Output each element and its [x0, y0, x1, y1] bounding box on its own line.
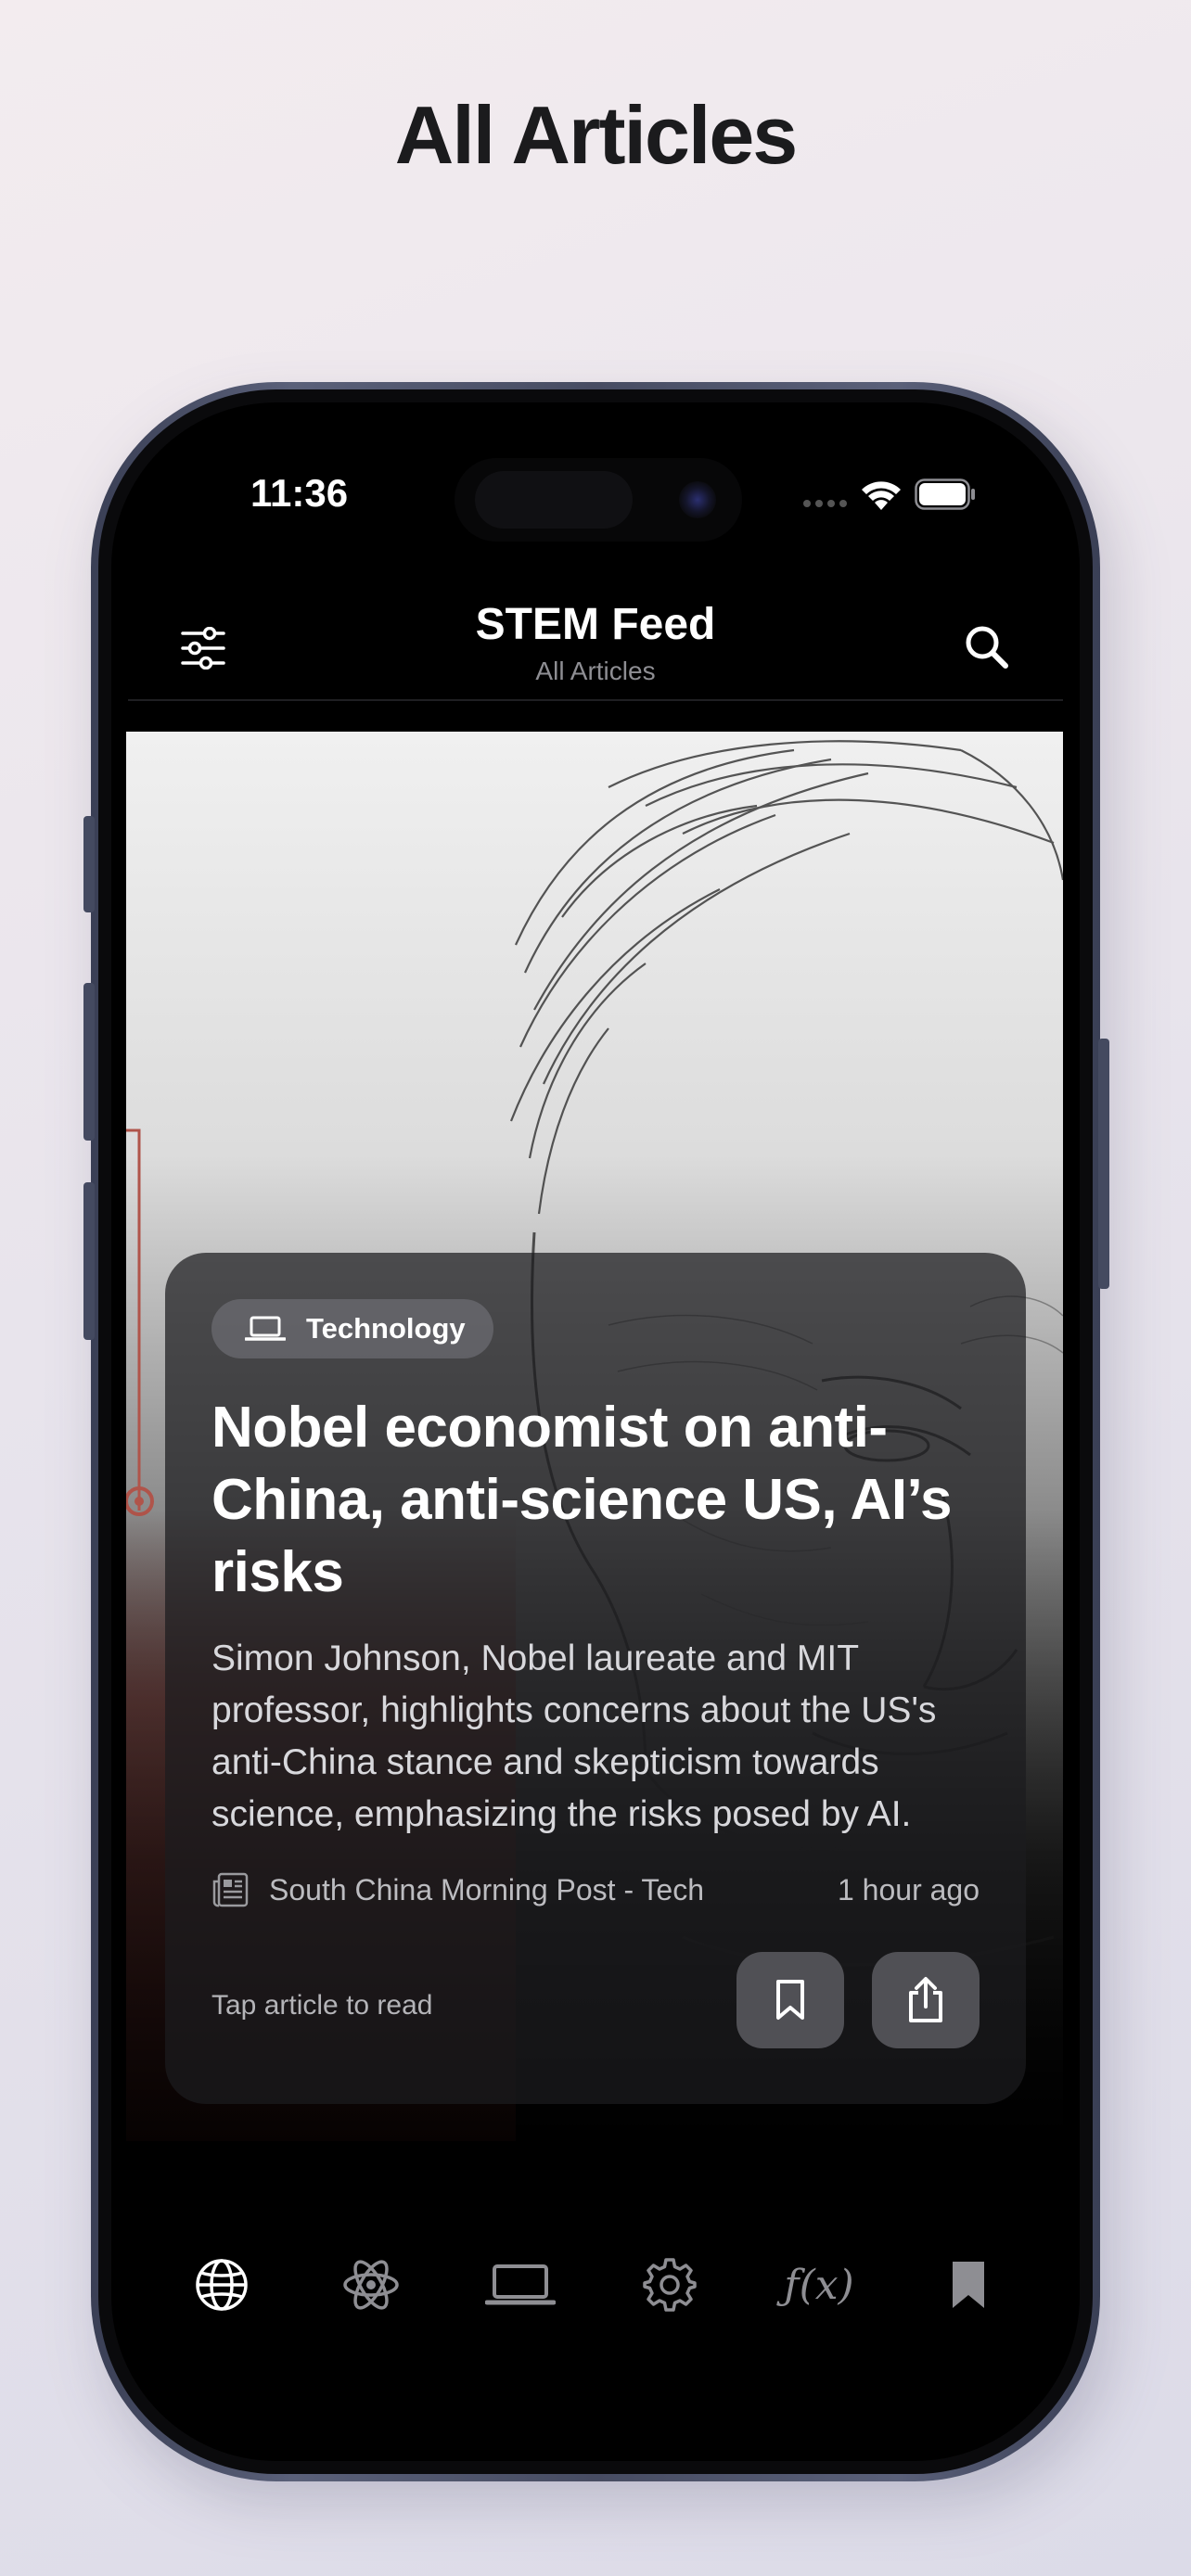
tab-bar: ƒ(x) — [111, 2220, 1080, 2331]
volume-down-button — [83, 1182, 95, 1340]
power-button — [1098, 1039, 1109, 1289]
globe-icon — [196, 2259, 248, 2311]
search-icon[interactable] — [963, 623, 1011, 671]
gear-icon — [643, 2258, 697, 2312]
tab-math[interactable]: ƒ(x) — [773, 2248, 865, 2322]
camera-icon — [679, 481, 716, 518]
newspaper-icon — [212, 1872, 249, 1907]
source-name: South China Morning Post - Tech — [269, 1872, 704, 1906]
status-time: 11:36 — [250, 471, 349, 515]
action-button — [83, 816, 95, 912]
nav-title: STEM Feed — [475, 600, 716, 649]
laptop-icon — [245, 1316, 286, 1341]
tab-saved[interactable] — [922, 2248, 1015, 2322]
nav-subtitle: All Articles — [535, 657, 656, 685]
battery-icon — [915, 478, 975, 510]
tab-all[interactable] — [175, 2248, 268, 2322]
tap-hint: Tap article to read — [211, 1990, 433, 2021]
navigation-bar: STEM Feed All Articles — [128, 588, 1063, 701]
published-time: 1 hour ago — [837, 1872, 980, 1906]
article-card[interactable]: Technology Nobel economist on anti-China… — [165, 1253, 1026, 2104]
article-headline[interactable]: Nobel economist on anti-China, anti-scie… — [211, 1392, 972, 1609]
wifi-icon — [862, 481, 901, 510]
category-label: Technology — [306, 1312, 466, 1345]
bookmark-icon — [776, 1980, 804, 2020]
tab-engineering[interactable] — [623, 2248, 716, 2322]
article-summary: Simon Johnson, Nobel laureate and MIT pr… — [211, 1639, 937, 1834]
dynamic-island — [455, 458, 742, 542]
category-chip[interactable]: Technology — [211, 1299, 493, 1358]
function-icon: ƒ(x) — [784, 2261, 854, 2309]
page-heading: All Articles — [394, 89, 798, 181]
volume-up-button — [83, 983, 95, 1141]
bookmark-button[interactable] — [736, 1952, 844, 2048]
cellular-signal-icon — [803, 500, 847, 507]
share-icon — [909, 1977, 942, 2022]
laptop-icon — [485, 2264, 556, 2305]
tab-science[interactable] — [325, 2248, 417, 2322]
bookmark-filled-icon — [953, 2262, 984, 2308]
app-screen: 11:36 STEM Feed All Articles Technology … — [111, 402, 1080, 2461]
tab-technology[interactable] — [474, 2248, 567, 2322]
atom-icon — [343, 2260, 399, 2310]
source-row: South China Morning Post - Tech 1 hour a… — [211, 1867, 980, 1913]
share-button[interactable] — [872, 1952, 980, 2048]
